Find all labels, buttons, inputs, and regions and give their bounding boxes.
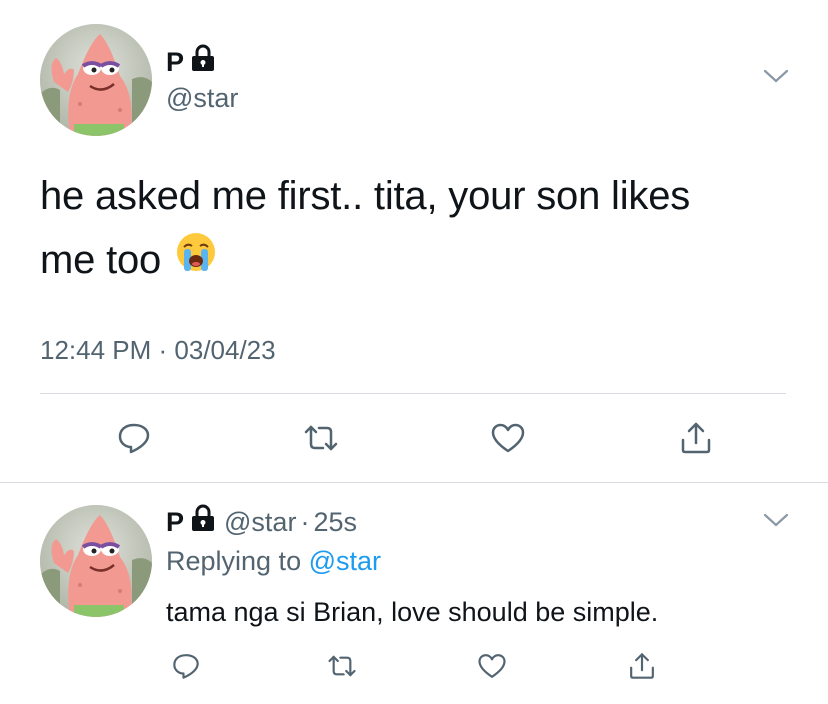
lock-icon — [190, 504, 216, 539]
replying-mention-link[interactable]: @star — [309, 546, 381, 576]
reply-like-button[interactable] — [472, 646, 512, 686]
separator-dot: · — [300, 506, 310, 537]
retweet-icon — [328, 655, 356, 677]
tweet-separator — [0, 482, 828, 483]
reply-avatar[interactable] — [40, 505, 152, 617]
like-icon — [478, 654, 506, 678]
reply-reply-button[interactable] — [166, 646, 206, 686]
author-name[interactable]: P — [166, 46, 184, 78]
tweet-text-line-1: he asked me first.. tita, your son likes — [40, 174, 691, 218]
chevron-down-icon[interactable] — [762, 66, 790, 91]
reply-icon — [118, 423, 150, 454]
share-button[interactable] — [670, 412, 722, 464]
reply-button[interactable] — [108, 412, 160, 464]
reply-icon — [173, 654, 199, 679]
reply-retweet-button[interactable] — [322, 646, 362, 686]
like-button[interactable] — [482, 412, 534, 464]
reply-text: tama nga si Brian, love should be simple… — [166, 597, 659, 627]
replying-prefix: Replying to — [166, 546, 302, 576]
reply-author-handle[interactable]: @star — [224, 506, 296, 538]
avatar[interactable] — [40, 24, 152, 136]
replying-to: Replying to @star — [166, 545, 381, 577]
tweet-text-line-2: me too — [40, 238, 162, 282]
chevron-down-icon[interactable] — [762, 510, 790, 535]
tweet-text: he asked me first.. tita, your son likes… — [40, 164, 800, 292]
share-icon — [630, 653, 654, 679]
crying-face-emoji — [175, 228, 217, 292]
author-handle[interactable]: @star — [166, 82, 238, 114]
reply-time[interactable]: 25s — [313, 506, 357, 538]
lock-icon — [190, 44, 216, 79]
tweet-timestamp[interactable]: 12:44 PM · 03/04/23 — [40, 335, 276, 366]
retweet-button[interactable] — [295, 412, 347, 464]
author-name-row[interactable]: P — [166, 44, 216, 79]
reply-author-name[interactable]: P — [166, 506, 184, 538]
retweet-icon — [304, 425, 338, 451]
share-icon — [681, 422, 711, 454]
divider — [40, 393, 786, 394]
reply-share-button[interactable] — [622, 646, 662, 686]
like-icon — [491, 423, 525, 453]
reply-header: P @star · 25s — [166, 504, 357, 539]
